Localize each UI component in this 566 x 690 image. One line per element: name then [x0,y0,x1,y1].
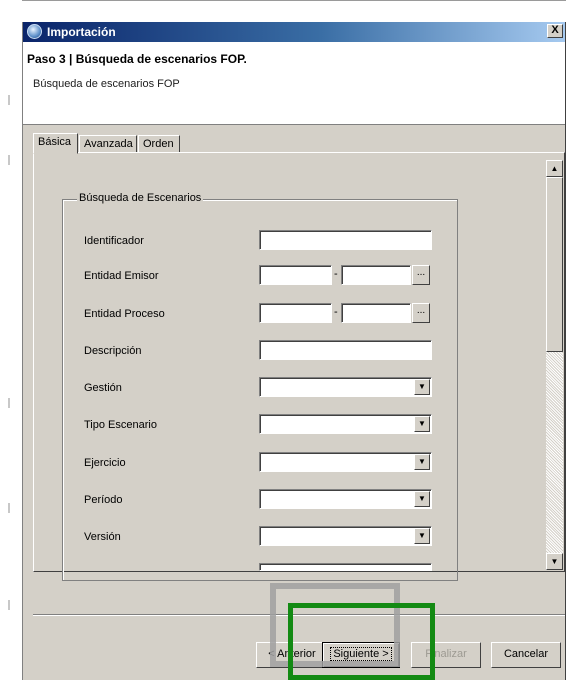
scrollbar-thumb[interactable] [546,177,563,352]
wizard-header: Paso 3 | Búsqueda de escenarios FOP. Bús… [23,42,565,125]
window-title: Importación [47,25,116,39]
background-mark [8,503,10,513]
cancel-button[interactable]: Cancelar [491,642,561,668]
field-label-entidad-proceso: Entidad Proceso [84,308,165,320]
green-highlight-box [288,603,435,680]
background-bottom [22,680,566,690]
background-mark [8,95,10,105]
step-title: Paso 3 | Búsqueda de escenarios FOP. [27,52,247,66]
dropdown-arrow-icon[interactable]: ▼ [414,528,430,544]
vertical-scrollbar[interactable]: ▲ ▼ [546,160,563,570]
field-label-entidad-emisor: Entidad Emisor [84,270,159,282]
identificador-input[interactable] [259,230,432,250]
background-mark [8,155,10,165]
entidad-emisor-to-input[interactable] [341,265,411,285]
background-line [0,0,566,1]
tab-orden[interactable]: Orden [138,135,180,153]
background-mark [8,398,10,408]
step-description: Búsqueda de escenarios FOP [33,78,180,90]
entidad-emisor-lookup-button[interactable]: ... [412,265,430,285]
entidad-proceso-to-input[interactable] [341,303,411,323]
descripcion-input[interactable] [259,340,432,360]
field-label-gestion: Gestión [84,382,122,394]
tab-panel-basica: ▲ ▼ Búsqueda de Escenarios Identificador… [33,152,565,581]
field-label-version: Versión [84,531,121,543]
background-margin [0,0,22,690]
field-label-identificador: Identificador [84,235,144,247]
field-label-descripcion: Descripción [84,345,142,357]
scroll-down-arrow-icon[interactable]: ▼ [546,553,563,570]
group-legend: Búsqueda de Escenarios [77,192,204,204]
range-separator: - [334,268,338,280]
globe-icon [27,24,42,39]
ejercicio-select[interactable]: ▼ [259,452,432,472]
entidad-emisor-from-input[interactable] [259,265,332,285]
entidad-proceso-from-input[interactable] [259,303,332,323]
tab-basica[interactable]: Básica [33,133,78,154]
dropdown-arrow-icon[interactable]: ▼ [414,454,430,470]
dropdown-arrow-icon[interactable]: ▼ [414,491,430,507]
title-bar[interactable]: Importación X [23,22,565,42]
tab-avanzada[interactable]: Avanzada [79,135,137,153]
tipo-escenario-select[interactable]: ▼ [259,414,432,434]
range-separator: - [334,306,338,318]
version-select[interactable]: ▼ [259,526,432,546]
dropdown-arrow-icon[interactable]: ▼ [414,416,430,432]
next-field-partial[interactable] [259,563,432,571]
periodo-select[interactable]: ▼ [259,489,432,509]
gestion-select[interactable]: ▼ [259,377,432,397]
entidad-proceso-lookup-button[interactable]: ... [412,303,430,323]
background-mark [8,600,10,610]
close-button[interactable]: X [547,24,563,38]
field-label-ejercicio: Ejercicio [84,457,126,469]
field-label-tipo-escenario: Tipo Escenario [84,419,157,431]
dropdown-arrow-icon[interactable]: ▼ [414,379,430,395]
field-label-periodo: Período [84,494,123,506]
scroll-up-arrow-icon[interactable]: ▲ [546,160,563,177]
